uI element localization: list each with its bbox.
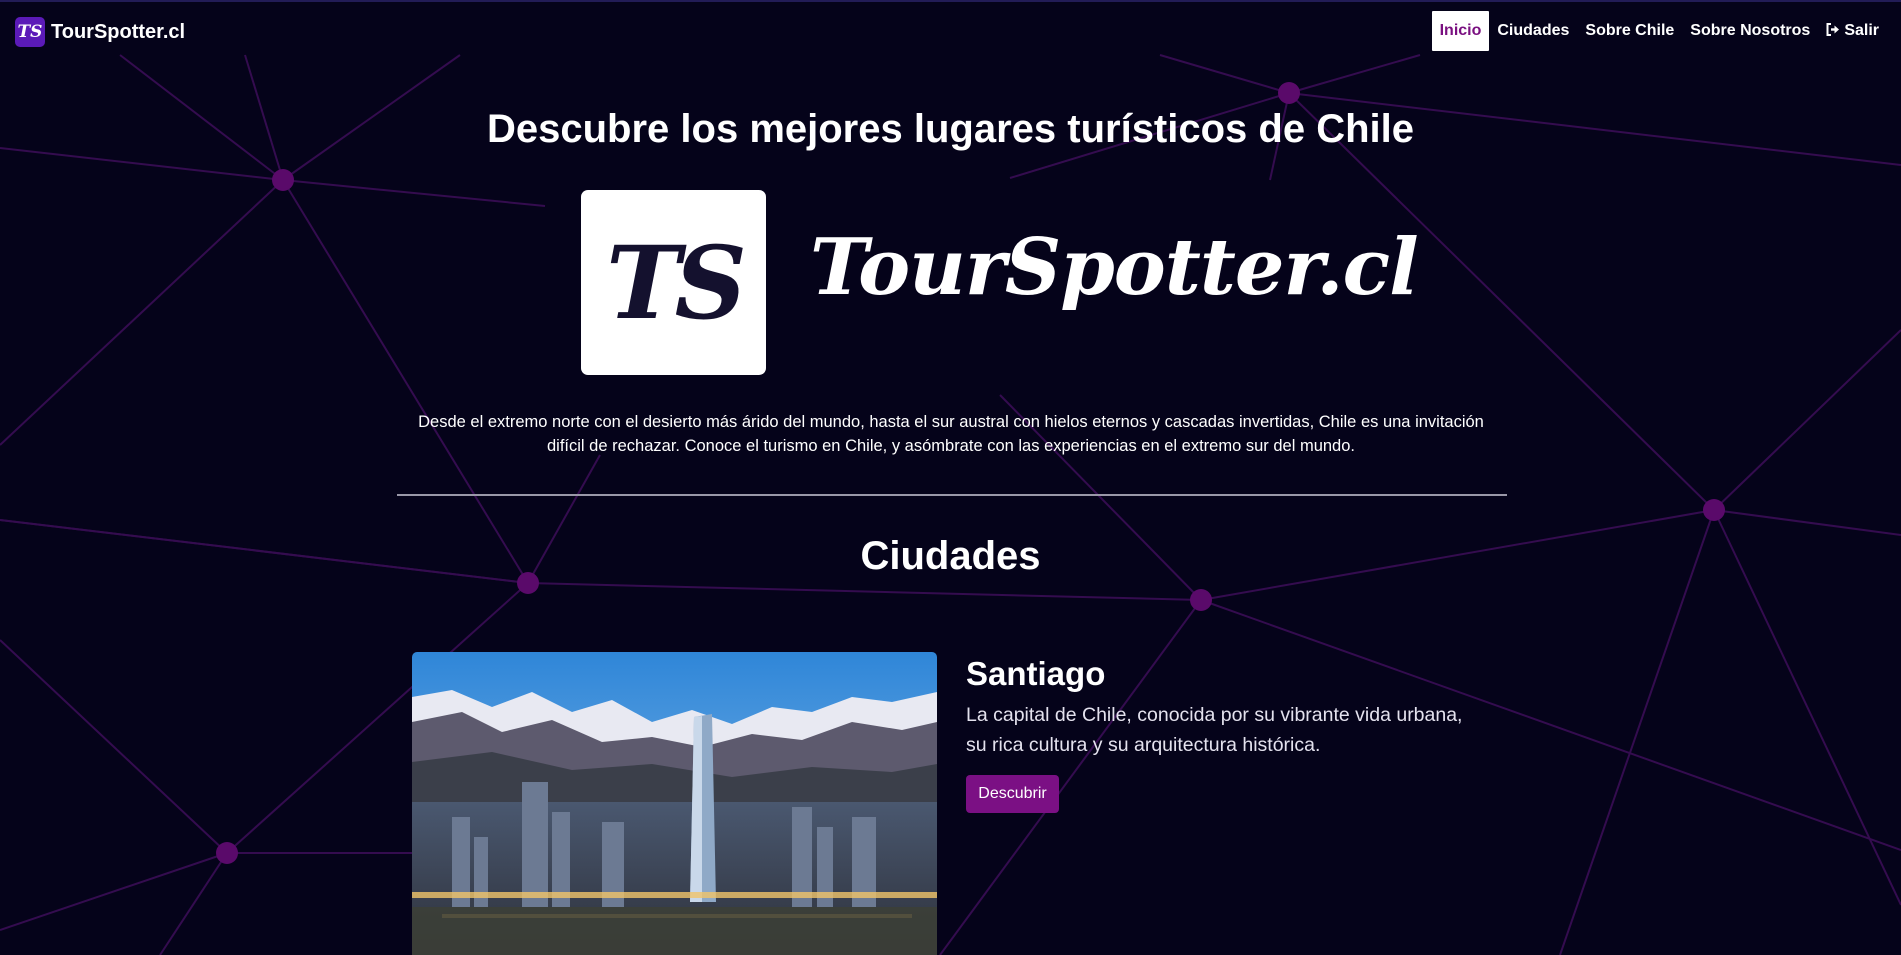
- nav-link-ciudades[interactable]: Ciudades: [1489, 11, 1577, 51]
- logout-link[interactable]: Salir: [1818, 11, 1887, 51]
- nav-link-sobre-chile[interactable]: Sobre Chile: [1577, 11, 1682, 51]
- city-photo: [412, 652, 937, 955]
- hero-brand-name: TourSpotter.cl: [810, 222, 1419, 313]
- hero-logo: TS: [581, 190, 766, 375]
- city-name: Santiago: [966, 655, 1106, 692]
- brand-logo-icon: TS: [15, 17, 45, 47]
- city-skyline-image: [412, 652, 937, 955]
- hero-logo-text: TS: [606, 223, 747, 342]
- page: TS TourSpotter.cl Inicio Ciudades Sobre …: [0, 0, 1901, 955]
- nav-link-sobre-nosotros[interactable]: Sobre Nosotros: [1682, 11, 1818, 51]
- nav-links: Inicio Ciudades Sobre Chile Sobre Nosotr…: [1431, 11, 1887, 51]
- city-description: La capital de Chile, conocida por su vib…: [966, 704, 1463, 756]
- city-card: Santiago La capital de Chile, conocida p…: [412, 652, 1502, 955]
- section-divider: [397, 494, 1507, 496]
- logout-label: Salir: [1844, 22, 1879, 39]
- brand-name: TourSpotter.cl: [51, 20, 186, 43]
- discover-button[interactable]: Descubrir: [966, 775, 1059, 813]
- hero-description: Desde el extremo norte con el desierto m…: [418, 413, 1484, 455]
- nav-link-inicio[interactable]: Inicio: [1431, 11, 1490, 51]
- main-content: Descubre los mejores lugares turísticos …: [0, 0, 1901, 955]
- cities-section-title: Ciudades: [860, 534, 1041, 578]
- sign-out-icon: [1826, 23, 1840, 36]
- navbar: TS TourSpotter.cl Inicio Ciudades Sobre …: [0, 0, 1901, 60]
- hero-title: Descubre los mejores lugares turísticos …: [487, 107, 1414, 151]
- brand[interactable]: TS TourSpotter.cl: [15, 17, 185, 47]
